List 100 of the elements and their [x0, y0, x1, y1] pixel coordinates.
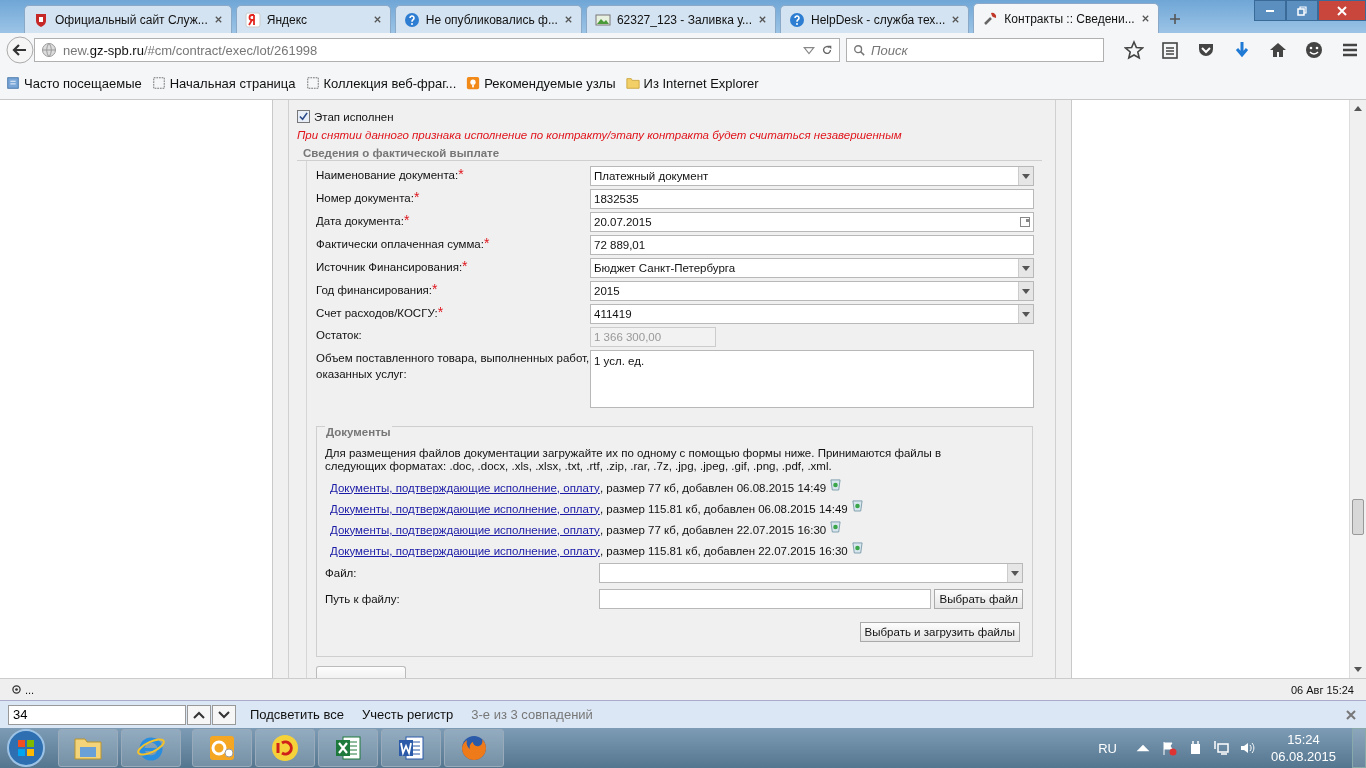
dropdown-button[interactable] — [1018, 167, 1033, 185]
input-field[interactable]: 72 889,01 — [590, 235, 1034, 255]
scrollbar[interactable] — [1349, 100, 1366, 678]
url-text: new.gz-spb.ru/#cm/contract/exec/lot/261998 — [62, 42, 319, 58]
close-icon[interactable] — [563, 15, 573, 24]
scroll-thumb[interactable] — [1352, 499, 1364, 535]
home-icon[interactable] — [1268, 40, 1288, 60]
status-text: ... — [25, 683, 35, 696]
network-icon[interactable] — [1212, 740, 1229, 756]
dropdown-icon[interactable] — [803, 44, 815, 56]
previous-button[interactable] — [187, 704, 211, 725]
back-button[interactable] — [6, 36, 34, 64]
browser-tab[interactable]: 62327_123 - Заливка у... — [585, 5, 776, 33]
taskbar-app[interactable] — [444, 729, 504, 767]
input-field[interactable]: 1832535 — [590, 189, 1034, 209]
close-icon[interactable] — [758, 15, 767, 24]
page-icon — [151, 76, 166, 90]
next-button[interactable] — [212, 704, 236, 725]
field-label: Дата документа: — [316, 215, 404, 227]
status-time: 06 Авг 15:24 — [1290, 683, 1354, 696]
select-field[interactable]: Платежный документ — [590, 166, 1034, 186]
recycle-bin-icon[interactable] — [830, 478, 842, 491]
checkbox-label: Этап исполнен — [314, 110, 394, 123]
field-label: Наименование документа: — [316, 169, 459, 181]
smiley-icon[interactable] — [1304, 40, 1324, 60]
required-mark: * — [432, 281, 438, 297]
input-field[interactable] — [599, 589, 932, 609]
close-icon[interactable] — [372, 15, 382, 24]
field-label: Путь к файлу: — [325, 593, 401, 605]
text-area[interactable]: 1 усл. ед. — [590, 350, 1034, 408]
reload-icon[interactable] — [821, 44, 833, 56]
select-field[interactable]: 2015 — [590, 281, 1034, 301]
choose-file-button[interactable]: Выбрать файл — [934, 589, 1023, 609]
match-case-toggle[interactable]: Учесть регистр — [362, 707, 454, 722]
recycle-bin-icon[interactable] — [851, 499, 863, 512]
close-icon[interactable] — [1140, 14, 1150, 23]
close-icon[interactable] — [951, 15, 961, 24]
scroll-down-icon[interactable] — [1353, 666, 1363, 674]
select-field[interactable]: 411419 — [590, 304, 1034, 324]
recycle-bin-icon[interactable] — [830, 520, 842, 533]
document-link[interactable]: Документы, подтверждающие исполнение, оплату — [330, 502, 600, 515]
find-field[interactable]: 34 — [8, 704, 186, 725]
taskbar-app[interactable] — [381, 729, 441, 767]
flag-icon[interactable] — [1160, 740, 1177, 756]
document-icon — [396, 733, 426, 763]
image-icon — [594, 11, 611, 28]
list-icon[interactable] — [1160, 40, 1180, 60]
caret-icon — [1022, 288, 1030, 294]
dropdown-button[interactable] — [1007, 564, 1022, 582]
select-field[interactable] — [599, 563, 1023, 583]
file-info: , размер 115.81 кб, добавлен 06.08.2015 14:49 — [599, 502, 848, 515]
dropdown-button[interactable] — [1018, 282, 1033, 300]
upload-hint: Для размещения файлов документации загружайте их по одному с помощью формы ниже. Принимаются файлы в следующих форматах: .doc, .docx, .xls, .xlsx, .txt, .rtf, .zip, .rar, .7z, .jpg, .jpeg, .gif, .png, .pdf, .xml. — [325, 447, 943, 473]
document-link[interactable]: Документы, подтверждающие исполнение, оплату — [330, 544, 600, 557]
browser-tab[interactable]: HelpDesk - служба тех... — [780, 5, 970, 33]
bookmark-item[interactable]: Часто посещаемые — [6, 75, 142, 91]
checkbox[interactable] — [297, 110, 310, 123]
document-link[interactable]: Документы, подтверждающие исполнение, оплату — [330, 523, 600, 536]
select-field[interactable]: Бюджет Санкт-Петербурга — [590, 258, 1034, 278]
browser-tab[interactable]: Контракты :: Сведени... — [973, 3, 1159, 33]
warning-text: При снятии данного признака исполнение по контракту/этапу контракта будет считаться незавершенным — [297, 129, 903, 141]
taskbar-app[interactable] — [318, 729, 378, 767]
close-icon[interactable] — [213, 15, 223, 24]
address-bar[interactable]: new.gz-spb.ru/#cm/contract/exec/lot/261998 — [33, 38, 840, 62]
app-logo-icon — [270, 733, 300, 763]
restore-button[interactable] — [1286, 0, 1318, 21]
restore-icon — [1297, 5, 1307, 16]
star-icon[interactable] — [1124, 40, 1144, 60]
browser-tab[interactable]: Яндекс — [235, 5, 391, 33]
language-indicator[interactable]: RU — [1098, 740, 1117, 756]
bookmark-item[interactable]: Из Internet Explorer — [625, 75, 759, 91]
taskbar-app[interactable] — [255, 729, 315, 767]
browser-tab[interactable]: Не опубликовались ф... — [394, 5, 582, 33]
recycle-bin-icon[interactable] — [851, 541, 863, 554]
dropdown-button[interactable] — [1018, 305, 1033, 323]
start-button[interactable] — [6, 728, 46, 768]
required-mark: * — [458, 166, 464, 182]
upload-button[interactable]: Выбрать и загрузить файлы — [859, 622, 1020, 642]
status-icon — [12, 685, 21, 694]
scroll-up-icon[interactable] — [1353, 104, 1363, 112]
highlight-all-toggle[interactable]: Подсветить все — [250, 707, 344, 722]
calendar-icon[interactable] — [1020, 217, 1030, 227]
clock[interactable]: 15:24 06.08.2015 — [1270, 731, 1336, 765]
dropdown-button[interactable] — [1018, 259, 1033, 277]
volume-icon[interactable] — [1238, 740, 1255, 756]
search-field[interactable]: Поиск — [846, 38, 1104, 62]
browser-tab[interactable]: Официальный сайт Служ... — [24, 5, 232, 33]
caret-icon — [1022, 265, 1030, 271]
file-info: , размер 77 кб, добавлен 22.07.2015 16:30 — [599, 523, 827, 536]
readonly-field: 1 366 300,00 — [590, 327, 716, 347]
close-icon[interactable] — [1346, 709, 1356, 720]
bookmark-item[interactable]: Коллекция веб-фраг... — [305, 75, 457, 91]
new-tab-icon[interactable] — [1168, 13, 1181, 25]
date-field[interactable]: 20.07.2015 — [590, 212, 1034, 232]
bookmark-item[interactable]: Начальная страница — [151, 75, 296, 91]
bookmark-item[interactable]: Рекомендуемые узлы — [466, 75, 616, 91]
minimize-button[interactable] — [1254, 0, 1286, 21]
document-link[interactable]: Документы, подтверждающие исполнение, оплату — [330, 481, 600, 494]
close-button[interactable] — [1318, 0, 1366, 21]
field-label: Файл: — [325, 567, 358, 579]
